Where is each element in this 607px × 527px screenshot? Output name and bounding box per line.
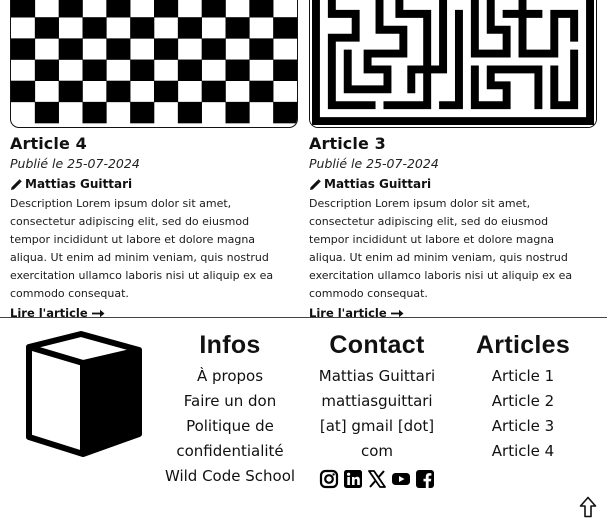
article-author: Mattias Guittari bbox=[10, 177, 298, 192]
instagram-icon[interactable] bbox=[319, 469, 339, 489]
footer-link-politique[interactable]: Politique de bbox=[160, 414, 300, 439]
footer-articles-heading: Articles bbox=[475, 331, 571, 359]
cube-icon[interactable] bbox=[23, 330, 143, 458]
article-date: Publié le 25-07-2024 bbox=[10, 156, 140, 171]
footer-articles-column: Articles Article 1 Article 2 Article 3 A… bbox=[463, 330, 583, 464]
back-to-top-button[interactable] bbox=[579, 496, 597, 518]
footer-contact-column: Contact Mattias Guittari mattiasguittari… bbox=[312, 330, 442, 489]
x-icon[interactable] bbox=[367, 469, 387, 489]
footer-infos-heading: Infos bbox=[199, 331, 261, 359]
read-article-label: Lire l'article bbox=[309, 306, 387, 320]
footer-link-faire-un-don[interactable]: Faire un don bbox=[160, 389, 300, 414]
checkerboard-pattern bbox=[11, 0, 297, 124]
contact-email-line: [at] gmail [dot] bbox=[319, 417, 435, 435]
article-author: Mattias Guittari bbox=[309, 177, 597, 192]
article-description: Description Lorem ipsum dolor sit amet, … bbox=[10, 197, 274, 300]
contact-name: Mattias Guittari bbox=[318, 367, 436, 385]
arrow-up-icon bbox=[579, 496, 597, 518]
article-card: Article 3 Publié le 25-07-2024 Mattias G… bbox=[309, 0, 597, 321]
footer-contact-heading: Contact bbox=[329, 331, 425, 359]
pencil-icon bbox=[310, 178, 321, 190]
author-name: Mattias Guittari bbox=[324, 177, 432, 191]
article-description: Description Lorem ipsum dolor sit amet, … bbox=[309, 197, 573, 300]
article-card: Article 4 Publié le 25-07-2024 Mattias G… bbox=[10, 0, 298, 321]
contact-email-line: com bbox=[360, 442, 394, 460]
maze-pattern bbox=[310, 0, 596, 127]
read-article-link[interactable]: Lire l'article bbox=[309, 305, 597, 321]
youtube-icon[interactable] bbox=[391, 469, 411, 489]
pencil-icon bbox=[11, 178, 22, 190]
footer-link-a-propos[interactable]: À propos bbox=[160, 364, 300, 389]
article-thumbnail-maze[interactable] bbox=[309, 0, 597, 128]
footer-link-wild-code-school[interactable]: Wild Code School bbox=[160, 464, 300, 489]
footer-link-confidentialite[interactable]: confidentialité bbox=[160, 439, 300, 464]
facebook-icon[interactable] bbox=[415, 469, 435, 489]
contact-email-line: mattiasguittari bbox=[321, 392, 433, 410]
article-date: Publié le 25-07-2024 bbox=[309, 156, 439, 171]
author-name: Mattias Guittari bbox=[25, 177, 133, 191]
social-links bbox=[312, 469, 442, 489]
footer-link-article-1[interactable]: Article 1 bbox=[463, 364, 583, 389]
footer-link-article-3[interactable]: Article 3 bbox=[463, 414, 583, 439]
article-title[interactable]: Article 3 bbox=[309, 134, 597, 154]
article-title[interactable]: Article 4 bbox=[10, 134, 298, 154]
footer-infos-column: Infos À propos Faire un don Politique de… bbox=[160, 330, 300, 489]
footer-divider bbox=[0, 317, 607, 318]
footer-link-article-4[interactable]: Article 4 bbox=[463, 439, 583, 464]
footer-link-article-2[interactable]: Article 2 bbox=[463, 389, 583, 414]
linkedin-icon[interactable] bbox=[343, 469, 363, 489]
article-thumbnail-checkerboard[interactable] bbox=[10, 0, 298, 128]
read-article-label: Lire l'article bbox=[10, 306, 88, 320]
read-article-link[interactable]: Lire l'article bbox=[10, 305, 298, 321]
